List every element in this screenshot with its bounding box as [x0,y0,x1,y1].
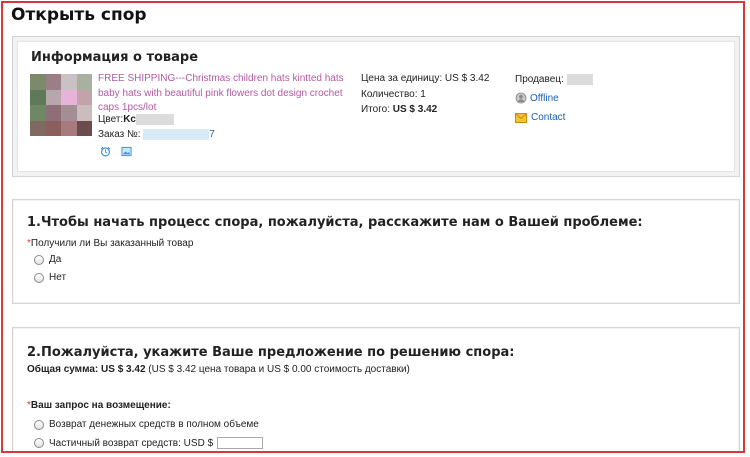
total-amount-value: US $ 3.42 [101,364,146,375]
received-yes-radio[interactable] [34,254,44,265]
mail-icon[interactable] [515,112,527,123]
resolution-section: 2.Пожалуйста, укажите Ваше предложение п… [12,327,740,451]
order-label: Заказ №: [98,129,141,141]
received-yes-label[interactable]: Да [49,254,61,265]
color-label: Цвет: [98,114,124,126]
total-amount: Общая сумма: US $ 3.42 (US $ 3.42 цена т… [27,364,410,375]
seller-status: Offline [515,92,559,104]
partial-refund-amount-input[interactable] [217,437,264,449]
full-refund-option[interactable]: Возврат денежных средств в полном объеме [34,419,259,430]
total-amount-label: Общая сумма: [27,364,99,375]
partial-refund-option[interactable]: Частичный возврат средств: USD $ [34,437,264,449]
product-color: Цвет:Kc [98,114,174,125]
received-no-option[interactable]: Нет [34,272,66,283]
image-icon[interactable] [121,146,132,157]
problem-panel: 1.Чтобы начать процесс спора, пожалуйста… [14,201,738,302]
partial-refund-radio[interactable] [34,438,44,448]
unit-price-label: Цена за единицу: [361,73,443,84]
problem-section: 1.Чтобы начать процесс спора, пожалуйста… [12,199,740,304]
product-section-title: Информация о товаре [31,50,199,65]
contact-seller[interactable]: Contact [515,112,565,123]
product-thumbnail[interactable] [30,74,92,136]
seller-label: Продавец: [515,74,564,86]
refund-request-label: *Ваш запрос на возмещение: [27,400,171,411]
received-yes-option[interactable]: Да [34,254,61,265]
total-value: US $ 3.42 [392,104,438,115]
received-no-label[interactable]: Нет [49,272,66,283]
contact-link[interactable]: Contact [531,112,565,123]
redacted-seller-name [566,74,593,85]
offline-status-icon [515,92,527,104]
quantity: Количество: 1 [361,89,426,100]
order-number-tail[interactable]: 7 [209,129,215,140]
seller: Продавец: [515,74,593,85]
dispute-form-frame: Открыть спор Информация о товаре FREE SH… [1,1,745,453]
received-item-text: Получили ли Вы заказанный товар [30,238,194,249]
full-refund-label[interactable]: Возврат денежных средств в полном объеме [49,419,259,430]
redacted-color [135,114,174,125]
resolution-section-title: 2.Пожалуйста, укажите Ваше предложение п… [27,345,515,360]
unit-price: Цена за единицу: US $ 3.42 [361,73,489,84]
received-no-radio[interactable] [34,272,44,283]
unit-price-value: US $ 3.42 [444,73,490,84]
full-refund-radio[interactable] [34,419,44,430]
product-info-section: Информация о товаре FREE SHIPPING---Chri… [12,36,740,177]
received-item-label: *Получили ли Вы заказанный товар [27,238,193,249]
alarm-clock-icon[interactable] [100,146,111,157]
partial-refund-label[interactable]: Частичный возврат средств: USD $ [49,438,213,449]
product-name-link[interactable]: FREE SHIPPING---Christmas children hats … [98,72,348,116]
problem-section-title: 1.Чтобы начать процесс спора, пожалуйста… [27,215,643,230]
quantity-label: Количество: [361,89,418,100]
product-order-number: Заказ №: 7 [98,129,215,140]
refund-request-text: Ваш запрос на возмещение: [30,400,171,411]
color-value: Kc [123,114,136,126]
redacted-order-number [143,129,210,140]
product-info-panel: Информация о товаре FREE SHIPPING---Chri… [17,41,735,172]
total-label: Итого: [361,104,390,115]
total-amount-detail: (US $ 3.42 цена товара и US $ 0.00 стоим… [148,364,410,375]
page-title: Открыть спор [11,5,147,25]
quantity-value: 1 [420,89,426,100]
offline-link[interactable]: Offline [530,93,559,104]
total: Итого: US $ 3.42 [361,104,437,115]
resolution-panel: 2.Пожалуйста, укажите Ваше предложение п… [14,329,738,451]
